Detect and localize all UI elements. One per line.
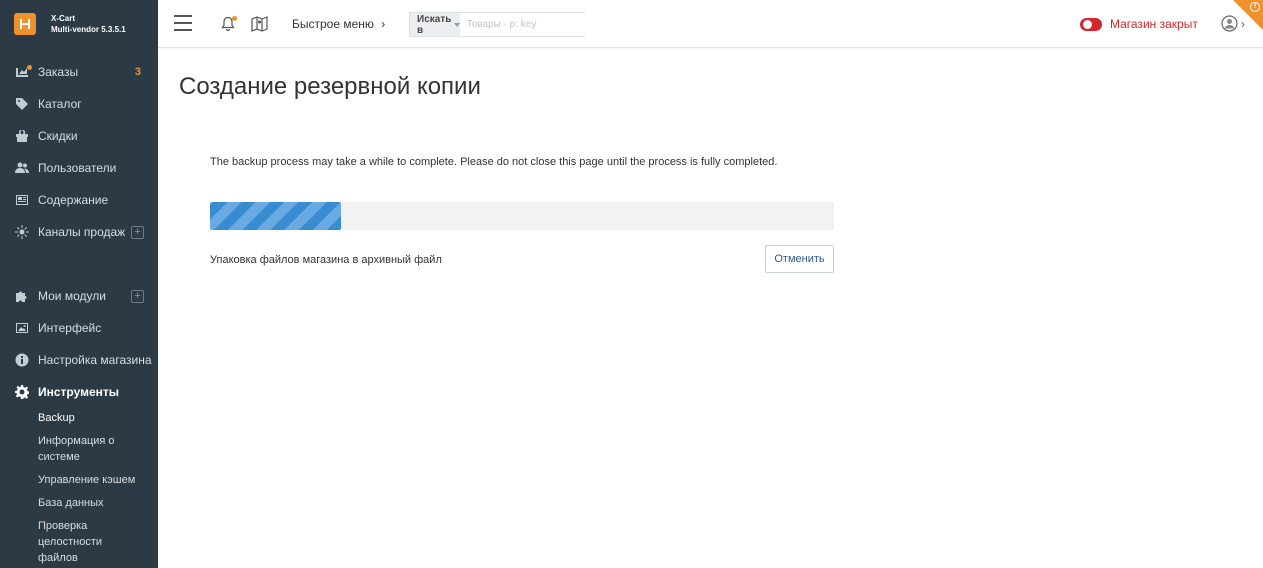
store-map-icon[interactable] — [251, 16, 268, 32]
search-box: Искать в — [409, 12, 599, 37]
sidebar-item-label: Каталог — [38, 97, 82, 111]
cancel-button[interactable]: Отменить — [765, 245, 834, 273]
sidebar-item-label: Мои модули — [38, 289, 106, 303]
sidebar: X-Cart Multi-vendor 5.3.5.1 Заказы 3 Кат… — [0, 0, 158, 568]
backup-progress-bar — [210, 202, 834, 230]
orders-count-badge: 3 — [134, 66, 141, 78]
brand-text: X-Cart Multi-vendor 5.3.5.1 — [51, 13, 126, 35]
search-input[interactable] — [460, 13, 599, 36]
notification-dot — [232, 16, 237, 21]
sidebar-item-label: Каналы продаж — [38, 225, 126, 239]
add-module-plus-icon[interactable]: + — [131, 289, 144, 303]
sidebar-subitem-integrity-check[interactable]: Проверка целостности файлов — [0, 518, 110, 566]
chevron-right-icon: › — [381, 17, 386, 31]
sidebar-item-tools[interactable]: Инструменты — [0, 376, 158, 408]
sidebar-subitem-backup[interactable]: Backup — [0, 408, 158, 433]
orders-notification-dot — [27, 65, 32, 70]
store-status-label: Магазин закрыт — [1110, 17, 1198, 31]
brand-version: Multi-vendor 5.3.5.1 — [51, 25, 126, 34]
gear-icon — [14, 384, 30, 400]
warning-icon[interactable]: ! — [1250, 2, 1260, 12]
sidebar-item-label: Интерфейс — [38, 321, 102, 335]
puzzle-icon — [14, 288, 30, 304]
sidebar-item-store-settings[interactable]: Настройка магазина — [0, 344, 158, 376]
top-header: Быстрое меню › Искать в Магазин закрыт ›… — [158, 0, 1263, 48]
quick-menu-label: Быстрое меню — [292, 17, 374, 31]
sales-channels-icon — [14, 224, 30, 240]
quick-menu-link[interactable]: Быстрое меню › — [292, 17, 385, 31]
gift-icon — [14, 128, 30, 144]
sidebar-item-my-modules[interactable]: Мои модули + — [0, 280, 158, 312]
sidebar-item-sales-channels[interactable]: Каналы продаж + — [0, 216, 158, 248]
sidebar-nav: Заказы 3 Каталог Скидки Пользователи Сод… — [0, 56, 158, 566]
sidebar-item-label: Пользователи — [38, 161, 117, 175]
sidebar-subitem-cache-management[interactable]: Управление кэшем — [0, 472, 158, 495]
add-sales-channel-plus-icon[interactable]: + — [131, 225, 144, 239]
toggle-switch-icon — [1080, 17, 1102, 31]
sidebar-item-label: Содержание — [38, 193, 109, 207]
sidebar-item-discounts[interactable]: Скидки — [0, 120, 158, 152]
sidebar-subitem-database[interactable]: База данных — [0, 495, 158, 518]
image-icon — [14, 320, 30, 336]
store-status-toggle[interactable]: Магазин закрыт — [1080, 17, 1198, 31]
sidebar-item-label: Заказы — [38, 65, 79, 79]
hamburger-menu-icon[interactable] — [174, 15, 192, 31]
sidebar-item-users[interactable]: Пользователи — [0, 152, 158, 184]
brand[interactable]: X-Cart Multi-vendor 5.3.5.1 — [0, 0, 158, 48]
info-icon — [14, 352, 30, 368]
sidebar-item-label: Инструменты — [38, 385, 120, 399]
sidebar-item-interface[interactable]: Интерфейс — [0, 312, 158, 344]
page-title: Создание резервной копии — [179, 73, 481, 100]
sidebar-item-content[interactable]: Содержание — [0, 184, 158, 216]
sidebar-item-catalog[interactable]: Каталог — [0, 88, 158, 120]
brand-name: X-Cart — [51, 14, 76, 23]
xcart-logo-icon — [14, 13, 36, 35]
users-icon — [14, 160, 30, 176]
sidebar-item-orders[interactable]: Заказы 3 — [0, 56, 158, 88]
sidebar-subitem-system-info[interactable]: Информация о системе — [0, 433, 158, 472]
search-in-label: Искать в — [417, 13, 452, 36]
backup-status-text: Упаковка файлов магазина в архивный файл — [210, 254, 442, 266]
search-in-dropdown[interactable]: Искать в — [410, 13, 461, 36]
sidebar-item-label: Скидки — [38, 129, 78, 143]
content-icon — [14, 192, 30, 208]
backup-notice: The backup process may take a while to c… — [210, 156, 778, 168]
progress-fill — [210, 202, 342, 230]
tag-icon — [14, 96, 30, 112]
sidebar-item-label: Настройка магазина — [38, 353, 152, 367]
